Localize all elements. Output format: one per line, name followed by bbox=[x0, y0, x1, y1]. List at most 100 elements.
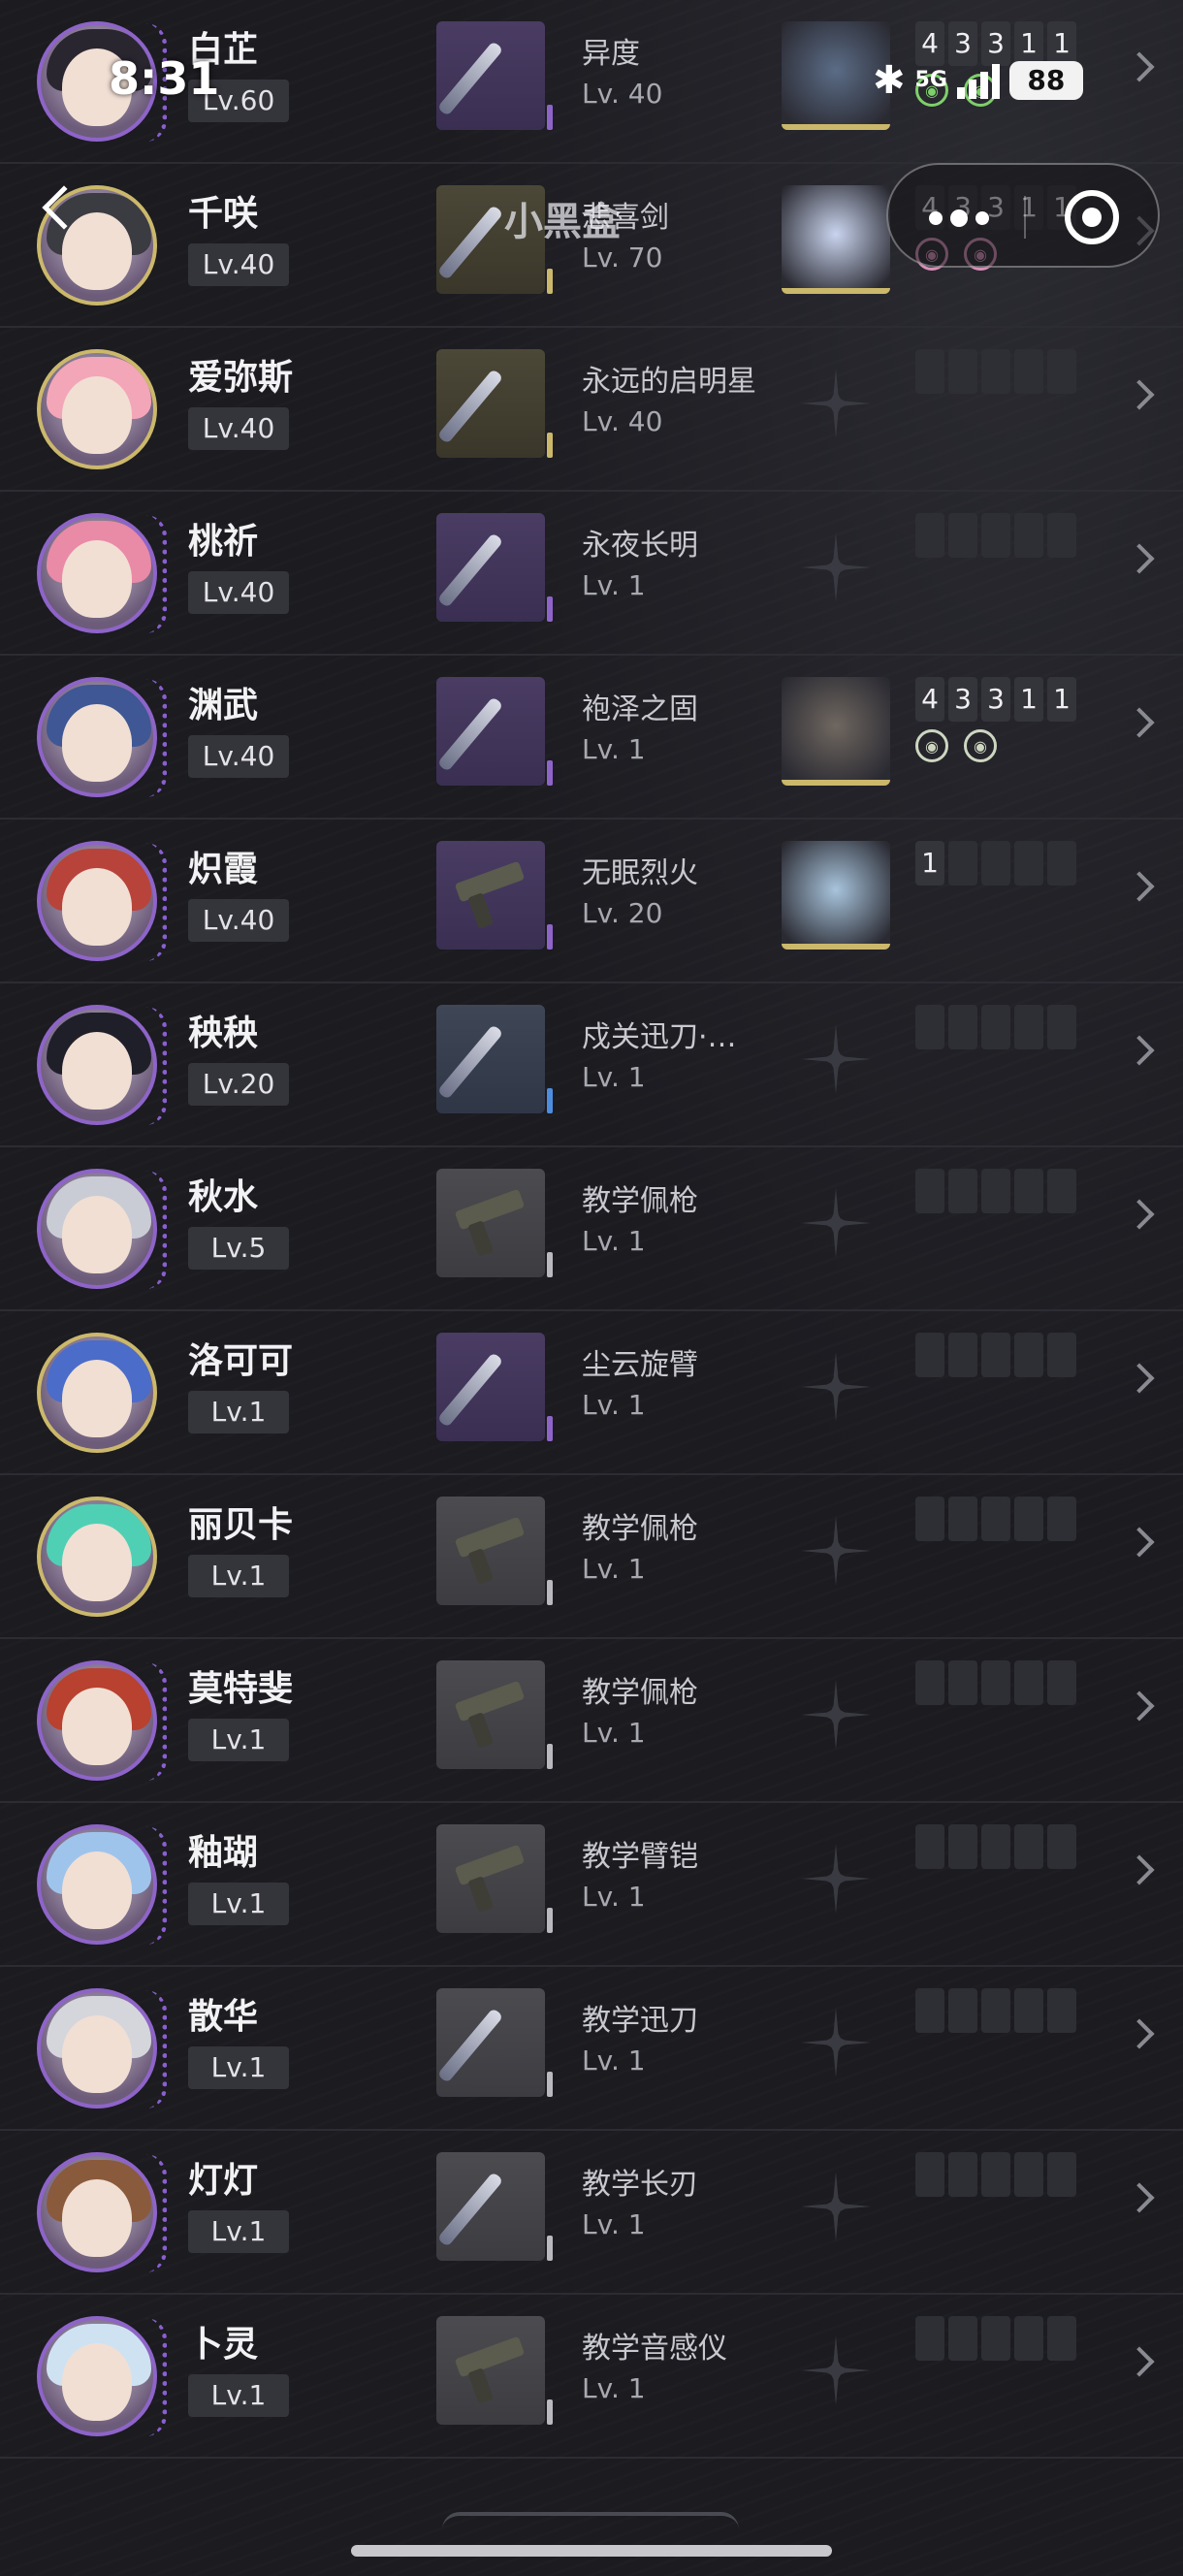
echo-icon[interactable] bbox=[782, 185, 890, 294]
empty-echo-star-icon[interactable] bbox=[787, 2158, 884, 2255]
avatar-face bbox=[62, 376, 132, 454]
chevron-right-icon[interactable] bbox=[1124, 1199, 1155, 1230]
character-name: 洛可可 bbox=[188, 1341, 294, 1381]
echo-cost-slot: 3 bbox=[948, 21, 977, 66]
weapon-name: 教学佩枪 bbox=[582, 1512, 698, 1546]
weapon-icon[interactable] bbox=[436, 1333, 545, 1441]
echo-cost-slot bbox=[981, 1824, 1010, 1869]
empty-echo-star-icon[interactable] bbox=[787, 2322, 884, 2419]
echo-icon[interactable] bbox=[782, 841, 890, 950]
empty-echo-star-icon[interactable] bbox=[787, 1666, 884, 1763]
character-row[interactable]: 秋水 Lv.5 教学佩枪 Lv. 1 bbox=[0, 1147, 1183, 1311]
chevron-right-icon[interactable] bbox=[1124, 2346, 1155, 2377]
weapon-icon[interactable] bbox=[436, 1660, 545, 1769]
empty-echo-star-icon[interactable] bbox=[787, 1502, 884, 1599]
empty-echo-star-icon[interactable] bbox=[787, 1830, 884, 1927]
empty-echo-star-icon[interactable] bbox=[787, 519, 884, 616]
character-row[interactable]: 洛可可 Lv.1 尘云旋臂 Lv. 1 bbox=[0, 1311, 1183, 1475]
echo-cost-slot bbox=[948, 349, 977, 394]
character-name: 散华 bbox=[188, 1997, 259, 2037]
weapon-icon[interactable] bbox=[436, 1824, 545, 1933]
character-row[interactable]: 釉瑚 Lv.1 教学臂铠 Lv. 1 bbox=[0, 1803, 1183, 1967]
weapon-rarity-marker bbox=[547, 1252, 553, 1277]
character-level: Lv.1 bbox=[188, 1719, 289, 1761]
weapon-icon[interactable] bbox=[436, 513, 545, 622]
character-row[interactable]: 桃祈 Lv.40 永夜长明 Lv. 1 bbox=[0, 492, 1183, 656]
echo-cost-slot: 3 bbox=[948, 677, 977, 722]
echo-cost-slot bbox=[948, 2316, 977, 2361]
character-level: Lv.5 bbox=[188, 1227, 289, 1270]
empty-echo-star-icon[interactable] bbox=[787, 355, 884, 452]
chevron-right-icon[interactable] bbox=[1124, 1035, 1155, 1066]
weapon-icon[interactable] bbox=[436, 1497, 545, 1605]
weapon-icon[interactable] bbox=[436, 2152, 545, 2261]
echo-cost-slot bbox=[948, 1005, 977, 1049]
weapon-level: Lv. 1 bbox=[582, 1061, 646, 1093]
character-name: 秋水 bbox=[188, 1177, 259, 1217]
sword-icon bbox=[436, 1352, 504, 1428]
empty-echo-star-icon[interactable] bbox=[787, 1011, 884, 1108]
more-menu-icon[interactable] bbox=[929, 209, 989, 227]
chevron-right-icon[interactable] bbox=[1124, 1363, 1155, 1394]
chevron-right-icon[interactable] bbox=[1124, 2018, 1155, 2049]
weapon-icon[interactable] bbox=[436, 21, 545, 130]
gun-icon bbox=[454, 860, 526, 903]
weapon-icon[interactable] bbox=[436, 349, 545, 458]
weapon-name: 教学长刃 bbox=[582, 2168, 698, 2202]
empty-echo-star-icon[interactable] bbox=[787, 1338, 884, 1435]
weapon-icon[interactable] bbox=[436, 841, 545, 950]
character-level: Lv.40 bbox=[188, 407, 289, 450]
character-row[interactable]: 丽贝卡 Lv.1 教学佩枪 Lv. 1 bbox=[0, 1475, 1183, 1639]
mini-program-capsule bbox=[886, 163, 1160, 268]
chevron-right-icon[interactable] bbox=[1124, 51, 1155, 82]
avatar-face bbox=[62, 212, 132, 290]
echo-cost-slot: 1 bbox=[1047, 21, 1076, 66]
weapon-icon[interactable] bbox=[436, 1169, 545, 1277]
character-row[interactable]: 莫特斐 Lv.1 教学佩枪 Lv. 1 bbox=[0, 1639, 1183, 1803]
character-row[interactable]: 爱弥斯 Lv.40 永远的启明星 Lv. 40 bbox=[0, 328, 1183, 492]
character-row[interactable]: 散华 Lv.1 教学迅刀 Lv. 1 bbox=[0, 1967, 1183, 2131]
echo-cost-slot bbox=[981, 1497, 1010, 1541]
home-indicator[interactable] bbox=[351, 2545, 832, 2557]
avatar-face bbox=[62, 2015, 132, 2093]
echo-cost-slots bbox=[915, 1333, 1076, 1377]
echo-cost-slot bbox=[915, 1005, 944, 1049]
character-row[interactable]: 渊武 Lv.40 袍泽之固 Lv. 1 4 3 3 1 1 ◉ ◉ bbox=[0, 656, 1183, 820]
chevron-right-icon[interactable] bbox=[1124, 1690, 1155, 1722]
weapon-icon[interactable] bbox=[436, 1988, 545, 2097]
character-row[interactable]: 白芷 Lv.60 异度 Lv. 40 4 3 3 1 1 ◉ ◉ bbox=[0, 0, 1183, 164]
star-shape bbox=[801, 554, 871, 581]
chevron-right-icon[interactable] bbox=[1124, 1854, 1155, 1885]
character-row[interactable]: 灯灯 Lv.1 教学长刃 Lv. 1 bbox=[0, 2131, 1183, 2295]
echo-cost-slot bbox=[981, 1005, 1010, 1049]
character-row[interactable]: 卜灵 Lv.1 教学音感仪 Lv. 1 bbox=[0, 2295, 1183, 2459]
close-target-icon[interactable] bbox=[1065, 190, 1119, 244]
echo-set-icons: ◉◉ bbox=[915, 74, 997, 107]
character-avatar bbox=[37, 2316, 157, 2436]
chevron-right-icon[interactable] bbox=[1124, 379, 1155, 410]
weapon-icon[interactable] bbox=[436, 1005, 545, 1113]
echo-cost-slot bbox=[915, 349, 944, 394]
chevron-right-icon[interactable] bbox=[1124, 2182, 1155, 2213]
weapon-name: 尘云旋臂 bbox=[582, 1348, 698, 1382]
echo-icon[interactable] bbox=[782, 21, 890, 130]
chevron-right-icon[interactable] bbox=[1124, 543, 1155, 574]
echo-cost-slot bbox=[981, 349, 1010, 394]
echo-cost-slot bbox=[915, 2316, 944, 2361]
chevron-right-icon[interactable] bbox=[1124, 1527, 1155, 1558]
weapon-icon[interactable] bbox=[436, 2316, 545, 2425]
chevron-right-icon[interactable] bbox=[1124, 707, 1155, 738]
echo-icon[interactable] bbox=[782, 677, 890, 786]
chevron-right-icon[interactable] bbox=[1124, 871, 1155, 902]
character-level: Lv.1 bbox=[188, 1391, 289, 1433]
weapon-icon[interactable] bbox=[436, 677, 545, 786]
character-name: 桃祈 bbox=[188, 522, 259, 562]
echo-cost-slot bbox=[981, 841, 1010, 886]
empty-echo-star-icon[interactable] bbox=[787, 1994, 884, 2091]
echo-cost-slot bbox=[948, 841, 977, 886]
echo-cost-slot bbox=[948, 513, 977, 558]
empty-echo-star-icon[interactable] bbox=[787, 1175, 884, 1272]
character-row[interactable]: 炽霞 Lv.40 无眠烈火 Lv. 20 1 bbox=[0, 820, 1183, 983]
character-row[interactable]: 秧秧 Lv.20 戍关迅刀·… Lv. 1 bbox=[0, 983, 1183, 1147]
echo-cost-slot bbox=[1014, 1333, 1043, 1377]
